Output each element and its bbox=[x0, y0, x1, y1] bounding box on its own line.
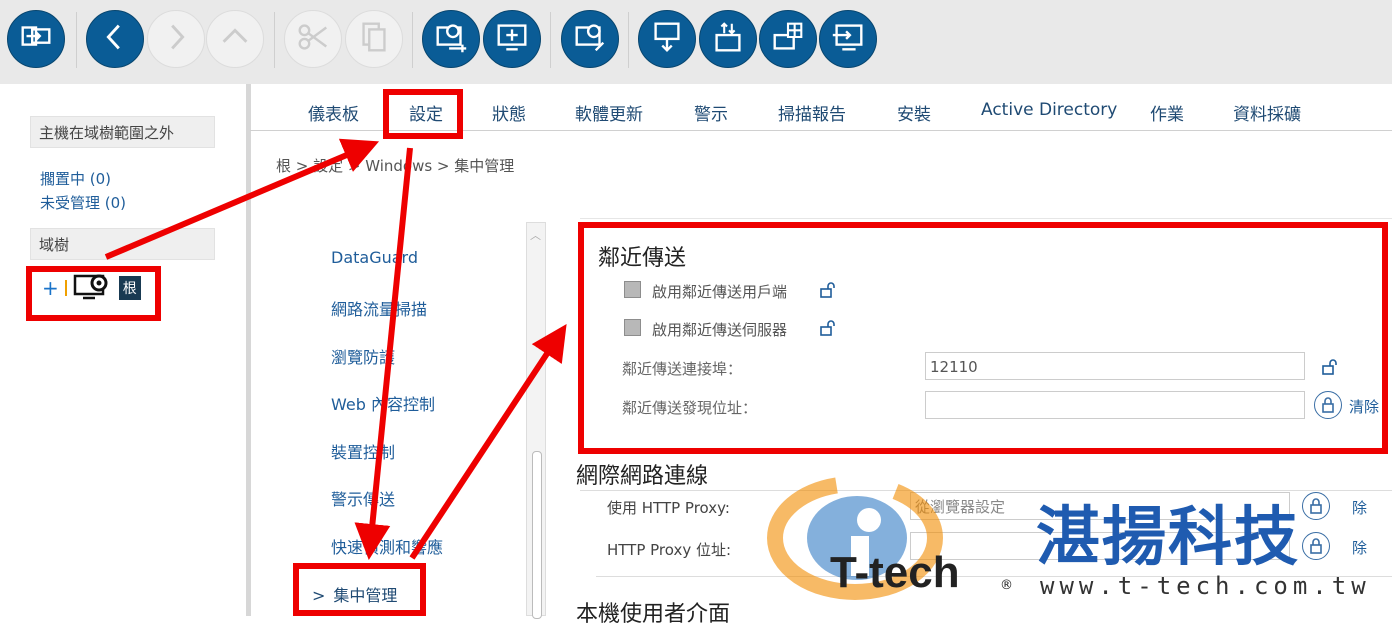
scroll-up-icon[interactable]: ︿ bbox=[530, 227, 541, 243]
logo-url: www.t-tech.com.tw bbox=[1040, 572, 1371, 600]
copy-button[interactable] bbox=[345, 10, 403, 68]
unmanaged-link[interactable]: 未受管理 (0) bbox=[40, 192, 126, 213]
tab-data-mining[interactable]: 資料採礦 bbox=[1233, 100, 1301, 125]
settings-monitor-edit-icon bbox=[571, 18, 609, 60]
lock-icon[interactable] bbox=[1302, 492, 1330, 520]
tab-active-directory[interactable]: Active Directory bbox=[981, 100, 1117, 120]
up-button[interactable] bbox=[206, 10, 264, 68]
tab-install[interactable]: 安裝 bbox=[897, 100, 931, 125]
monitor-import-icon bbox=[829, 18, 867, 60]
menu-device-control[interactable]: 裝置控制 bbox=[331, 439, 395, 463]
edit-settings-button[interactable] bbox=[561, 10, 619, 68]
highlight-tree-root bbox=[26, 266, 161, 321]
menu-web-content-control[interactable]: Web 內容控制 bbox=[331, 391, 435, 415]
tab-status[interactable]: 狀態 bbox=[492, 100, 526, 125]
settings-monitor-add-icon bbox=[432, 18, 470, 60]
menu-network-traffic-scan[interactable]: 網路流量掃描 bbox=[331, 296, 427, 320]
clear-link[interactable]: 除 bbox=[1352, 497, 1367, 518]
monitor-add-icon bbox=[493, 18, 531, 60]
package-button[interactable] bbox=[699, 10, 757, 68]
copy-icon bbox=[355, 18, 393, 60]
http-proxy-label: 使用 HTTP Proxy: bbox=[607, 499, 730, 517]
tab-software-updates[interactable]: 軟體更新 bbox=[575, 100, 643, 125]
highlight-relay-section bbox=[578, 222, 1388, 454]
import-button[interactable] bbox=[819, 10, 877, 68]
tab-scan-reports[interactable]: 掃描報告 bbox=[778, 100, 846, 125]
menu-browsing-protection[interactable]: 瀏覽防護 bbox=[331, 344, 395, 368]
cut-icon bbox=[294, 18, 332, 60]
http-proxy-address-label: HTTP Proxy 位址: bbox=[607, 541, 732, 559]
forward-button[interactable] bbox=[147, 10, 205, 68]
windows-button[interactable] bbox=[759, 10, 817, 68]
logo-registered: ® bbox=[1000, 578, 1013, 593]
scrollbar-thumb[interactable] bbox=[532, 451, 542, 619]
toolbar bbox=[0, 0, 1392, 84]
forward-icon bbox=[157, 18, 195, 60]
breadcrumb: 根 > 設定 > Windows > 集中管理 bbox=[276, 157, 515, 175]
login-button[interactable] bbox=[7, 10, 65, 68]
add-managed-computer-button[interactable] bbox=[422, 10, 480, 68]
logo-brand-cn: 湛揚科技 bbox=[1036, 501, 1300, 575]
cut-button[interactable] bbox=[284, 10, 342, 68]
tree-header: 域樹 bbox=[30, 228, 215, 260]
highlight-central-management bbox=[293, 563, 426, 616]
divider bbox=[580, 218, 1392, 219]
package-icon bbox=[709, 18, 747, 60]
tab-dashboard[interactable]: 儀表板 bbox=[308, 100, 359, 125]
outside-scope-header: 主機在域樹範圍之外 bbox=[30, 116, 215, 148]
deploy-button[interactable] bbox=[638, 10, 696, 68]
logo-brand-en: T-tech bbox=[830, 548, 960, 597]
lock-icon[interactable] bbox=[1302, 532, 1330, 560]
menu-dataguard[interactable]: DataGuard bbox=[331, 248, 418, 267]
left-panel: 主機在域樹範圍之外 擱置中 (0) 未受管理 (0) 域樹 + 根 bbox=[0, 84, 251, 616]
highlight-settings-tab bbox=[383, 89, 463, 139]
internet-section-title: 網際網路連線 bbox=[576, 464, 709, 489]
local-ui-section-title: 本機使用者介面 bbox=[576, 602, 731, 627]
windows-monitor-icon bbox=[769, 18, 807, 60]
pending-link[interactable]: 擱置中 (0) bbox=[40, 168, 111, 189]
tab-alerts[interactable]: 警示 bbox=[694, 100, 728, 125]
menu-alert-forwarding[interactable]: 警示傳送 bbox=[331, 486, 395, 510]
deploy-down-icon bbox=[648, 18, 686, 60]
login-arrow-icon bbox=[17, 18, 55, 60]
menu-rapid-detection[interactable]: 快速偵測和響應 bbox=[331, 534, 443, 558]
tab-jobs[interactable]: 作業 bbox=[1150, 100, 1184, 125]
up-icon bbox=[216, 18, 254, 60]
back-icon bbox=[96, 18, 134, 60]
back-button[interactable] bbox=[86, 10, 144, 68]
clear-link[interactable]: 除 bbox=[1352, 537, 1367, 558]
add-computer-button[interactable] bbox=[483, 10, 541, 68]
side-menu-scrollbar[interactable]: ︿ bbox=[526, 222, 546, 619]
